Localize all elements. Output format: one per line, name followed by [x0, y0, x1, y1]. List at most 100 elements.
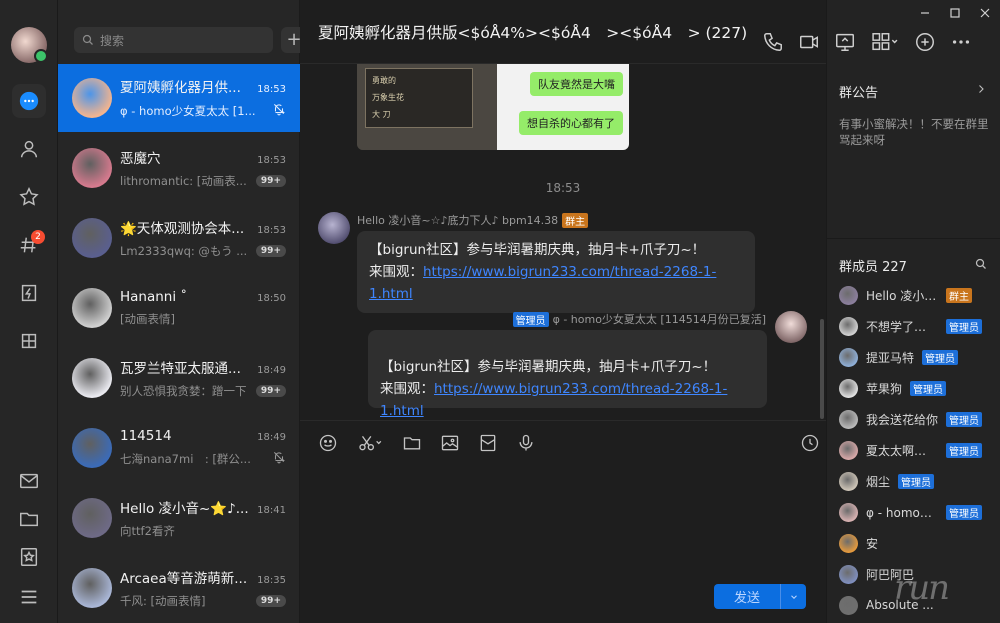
phone-icon[interactable] [762, 31, 784, 53]
my-avatar[interactable] [11, 27, 48, 63]
image-message[interactable]: 勇敢的 万象生花 大 刀 队友竟然是大嘴 想自杀的心都有了 [357, 64, 629, 150]
send-button[interactable]: 发送 [714, 584, 806, 609]
member-role-tag: 管理员 [910, 380, 947, 396]
conversation-item[interactable]: 114514 18:49 七海nana7mi : [群公... [58, 414, 300, 482]
member-avatar [839, 285, 858, 305]
member-role-tag: 管理员 [946, 318, 982, 334]
send-options-dropdown[interactable] [780, 584, 806, 609]
red-packet-icon[interactable] [478, 433, 498, 453]
unread-badge: 99+ [255, 595, 286, 607]
microphone-icon[interactable] [516, 433, 536, 453]
conversation-preview: lithromantic: [动画表... [120, 174, 247, 188]
member-item[interactable]: 安 [839, 532, 995, 554]
member-role-tag: 群主 [946, 287, 972, 303]
video-call-icon[interactable] [798, 31, 820, 53]
apps-grid-icon[interactable] [870, 31, 900, 53]
member-name: 烟尘 [866, 474, 891, 489]
game-screenshot: 勇敢的 万象生花 大 刀 [357, 64, 497, 150]
mail-icon [20, 473, 38, 489]
search-input[interactable]: 搜索 [74, 27, 273, 53]
member-name: 不想学了，我... [866, 319, 938, 334]
chat-bubble-icon [19, 91, 39, 111]
conversation-item[interactable]: 🌟天体观测协会本... 18:53 Lm2333qwq: @もう ... 99+ [58, 204, 300, 272]
member-avatar [839, 409, 858, 429]
member-role-tag: 管理员 [946, 504, 982, 520]
message-input[interactable] [300, 464, 826, 574]
folder-icon[interactable] [402, 433, 422, 453]
sender-avatar[interactable] [318, 212, 350, 244]
self-sender-name[interactable]: φ - homo少女夏太太 [114514月份已复活] [553, 311, 766, 327]
self-avatar[interactable] [775, 311, 807, 343]
self-message-bubble[interactable]: 【bigrun社区】参与毕润暑期庆典，抽月卡+爪子刀~！ 来围观：https:/… [368, 330, 767, 419]
game-panel: 勇敢的 万象生花 大 刀 [365, 68, 473, 128]
member-avatar [839, 316, 858, 336]
history-clock-icon[interactable] [800, 433, 820, 453]
image-icon[interactable] [440, 433, 460, 453]
member-item[interactable]: 我会送花给你 管理员 [839, 408, 995, 430]
conversation-preview: 七海nana7mi : [群公... [120, 452, 251, 466]
member-item[interactable]: 苹果狗 管理员 [839, 377, 995, 399]
notice-title[interactable]: 群公告 [839, 82, 878, 101]
chat-header: 夏阿姨孵化器月供版<$óÅ4%><$óÅ4 ><$óÅ4 > (227) [300, 0, 826, 64]
message-list[interactable]: 勇敢的 万象生花 大 刀 队友竟然是大嘴 想自杀的心都有了 18:53 Hell… [300, 64, 826, 420]
minimize-button[interactable] [910, 6, 940, 20]
message-bubble[interactable]: 【bigrun社区】参与毕润暑期庆典，抽月卡+爪子刀~！ 来围观：https:/… [357, 231, 755, 313]
member-name: 提亚马特 [866, 350, 915, 365]
member-item[interactable]: 不想学了，我... 管理员 [839, 315, 995, 337]
bookmarks-nav-button[interactable] [12, 540, 46, 574]
member-avatar [839, 378, 858, 398]
conversation-item[interactable]: Arcaea等音游萌新... 18:35 千风: [动画表情] 99+ [58, 554, 300, 622]
conversation-item[interactable]: 夏阿姨孵化器月供... 18:53 φ - homo少女夏太太 [1... [58, 64, 300, 132]
member-item[interactable]: Hello 凌小音~... 群主 [839, 284, 995, 306]
maximize-button[interactable] [940, 6, 970, 20]
messages-nav-button[interactable] [12, 84, 46, 118]
member-name: Hello 凌小音~... [866, 288, 938, 303]
star-icon [19, 187, 39, 206]
channels-nav-button[interactable]: 2 [12, 228, 46, 262]
files-nav-button[interactable] [12, 502, 46, 536]
panel-line-1: 勇敢的 [372, 76, 396, 85]
message-prefix: 来围观： [369, 264, 423, 280]
conversation-item[interactable]: 瓦罗兰特亚太服通... 18:49 别人恐惧我贪婪：蹭一下 99+ [58, 344, 300, 412]
mail-nav-button[interactable] [12, 464, 46, 498]
self-message-prefix: 来围观： [380, 381, 434, 397]
hamburger-icon [21, 590, 37, 604]
more-options-icon[interactable] [950, 31, 972, 53]
member-role-tag: 管理员 [946, 442, 982, 458]
conversation-item[interactable]: 恶魔穴 18:53 lithromantic: [动画表... 99+ [58, 134, 300, 202]
member-role-tag: 管理员 [922, 349, 959, 365]
conversation-avatar [72, 288, 112, 328]
emoji-icon[interactable] [318, 433, 338, 453]
screen-share-icon[interactable] [834, 31, 856, 53]
conversation-avatar [72, 218, 112, 258]
member-search-icon[interactable] [975, 258, 987, 270]
chevron-right-icon[interactable] [975, 83, 987, 95]
main-menu-button[interactable] [12, 580, 46, 614]
games-nav-button[interactable] [12, 276, 46, 310]
member-item[interactable]: 夏太太啊、猫... 管理员 [839, 439, 995, 461]
conversation-name: 恶魔穴 [120, 151, 161, 167]
add-chat-icon[interactable] [914, 31, 936, 53]
conversation-item[interactable]: Hello 凌小音~⭐♪... 18:41 向ttf2看齐 [58, 484, 300, 552]
message-scrollbar[interactable] [820, 319, 824, 419]
favorites-nav-button[interactable] [12, 180, 46, 214]
contacts-nav-button[interactable] [12, 132, 46, 166]
window-controls [910, 6, 1000, 20]
self-message-line-1: 【bigrun社区】参与毕润暑期庆典，抽月卡+爪子刀~！ [380, 359, 717, 375]
member-item[interactable]: 烟尘 管理员 [839, 470, 995, 492]
chat-title: 夏阿姨孵化器月供版<$óÅ4%><$óÅ4 ><$óÅ4 > (227) [318, 23, 748, 42]
conversation-preview: 向ttf2看齐 [120, 524, 175, 538]
screenshot-scissors-icon[interactable] [356, 433, 384, 453]
close-button[interactable] [970, 6, 1000, 20]
sender-name[interactable]: Hello 凌小音~☆♪底力下人♪ bpm14.38 [357, 212, 558, 228]
member-item[interactable]: 提亚马特 管理员 [839, 346, 995, 368]
bookmark-star-icon [20, 548, 38, 566]
member-item[interactable]: φ - homo少... 管理员 [839, 501, 995, 523]
member-name: φ - homo少... [866, 505, 938, 520]
members-title: 群成员 227 [839, 260, 907, 275]
mini-apps-nav-button[interactable] [12, 324, 46, 358]
conversation-preview: 别人恐惧我贪婪：蹭一下 [120, 384, 247, 398]
qq-window: 2 搜索 + 夏阿姨孵化器月供... 18:53 φ - homo少女夏太太 [… [0, 0, 1000, 623]
conversation-item[interactable]: Hananni ˚ 18:50 [动画表情] [58, 274, 300, 342]
conversation-name: 🌟天体观测协会本... [120, 221, 245, 237]
